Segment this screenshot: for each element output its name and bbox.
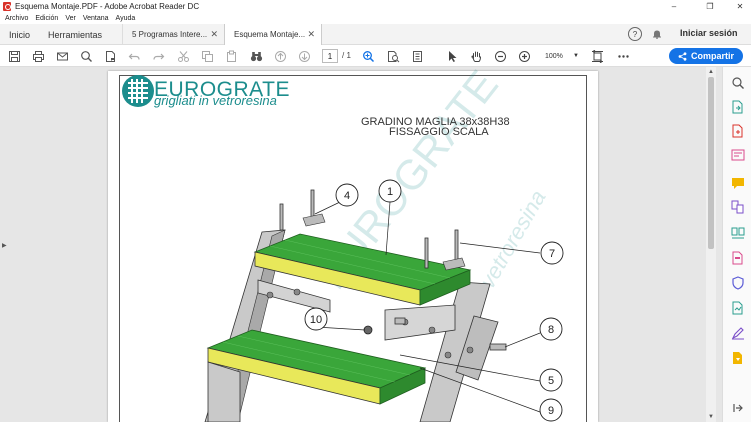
drawing-subtitle: FISSAGGIO SCALA <box>389 126 489 138</box>
edit-pdf-icon[interactable] <box>731 148 745 162</box>
nut-washer <box>363 325 373 335</box>
technical-drawing: EUROGRATE vetroresina 1 4 7 10 8 5 9 <box>122 61 564 422</box>
bolt-head <box>266 291 274 299</box>
fill-sign-icon[interactable] <box>731 326 745 340</box>
send-for-review-icon[interactable] <box>731 351 745 365</box>
callout-1-label: 1 <box>387 186 393 198</box>
callout-9-label: 9 <box>548 405 554 417</box>
bolt-head <box>466 346 474 354</box>
lower-left-bracket <box>207 361 241 422</box>
callout-10-label: 10 <box>310 314 322 326</box>
optimize-pdf-icon[interactable] <box>731 301 745 315</box>
clamp-plate <box>302 213 326 227</box>
callout-4-label: 4 <box>344 190 350 202</box>
bolt-head <box>293 288 301 296</box>
callout-7-label: 7 <box>549 248 555 260</box>
collapse-right-pane-icon[interactable] <box>731 401 745 415</box>
search-icon[interactable] <box>731 76 745 90</box>
create-pdf-icon[interactable] <box>731 124 745 138</box>
callout-8-label: 8 <box>548 324 554 336</box>
vertical-scrollbar[interactable]: ▲ ▼ <box>706 67 716 422</box>
watermark-subtext: vetroresina <box>475 186 551 293</box>
bolt-head <box>444 351 452 359</box>
export-pdf-icon[interactable] <box>731 100 745 114</box>
organize-pages-icon[interactable] <box>731 226 745 240</box>
redact-icon[interactable] <box>731 251 745 265</box>
eurograte-logo-icon <box>122 75 154 107</box>
comment-icon[interactable] <box>731 176 745 190</box>
callout-5-label: 5 <box>548 375 554 387</box>
combine-files-icon[interactable] <box>731 200 745 214</box>
brand-tagline: grigliati in vetroresina <box>154 93 277 108</box>
bolt-head <box>428 326 436 334</box>
right-tools-pane <box>722 67 751 422</box>
scroll-down-icon[interactable]: ▼ <box>708 414 714 420</box>
scroll-up-icon[interactable]: ▲ <box>708 69 714 75</box>
scrollbar-thumb[interactable] <box>708 77 714 249</box>
protect-shield-icon[interactable] <box>731 276 745 290</box>
